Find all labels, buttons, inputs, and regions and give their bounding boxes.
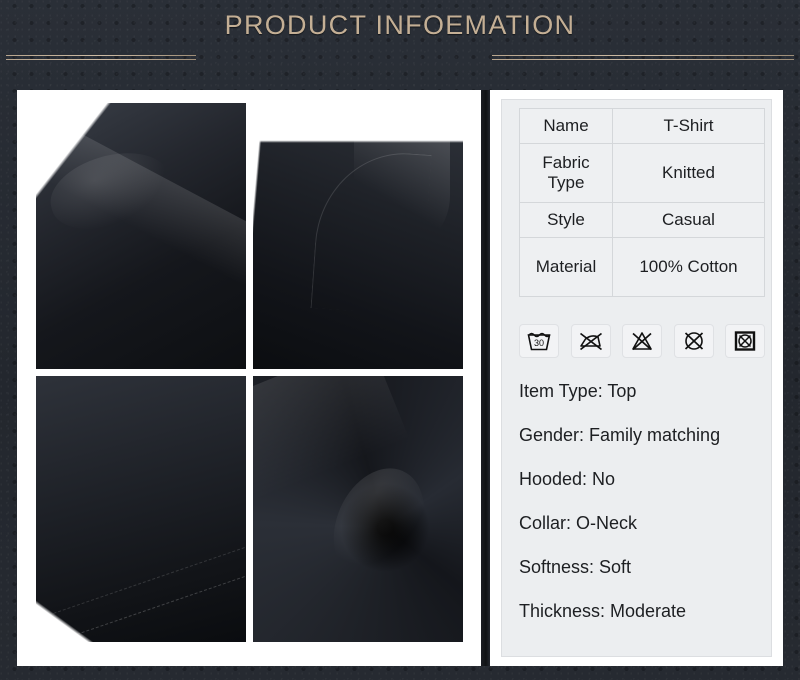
product-photo-grid (36, 103, 463, 642)
table-row: Material 100% Cotton (519, 237, 765, 298)
list-item: Collar: O-Neck (519, 513, 638, 533)
product-photo-neckline-collar[interactable] (253, 103, 463, 369)
product-photo-shoulder-seam[interactable] (36, 103, 246, 369)
product-photo-fabric-texture[interactable] (253, 376, 463, 642)
spec-value-material: 100% Cotton (612, 237, 765, 298)
product-information-page: PRODUCT INFOEMATION Name T-Shirt Fabric … (0, 0, 800, 680)
do-not-dry-clean-icon (681, 330, 707, 352)
spec-value-style: Casual (612, 202, 765, 239)
care-symbol-do-not-dry-clean (673, 324, 714, 358)
page-header: PRODUCT INFOEMATION (0, 0, 800, 70)
list-item: Gender: Family matching (519, 425, 721, 445)
list-item: Item Type: Top (519, 381, 637, 401)
care-symbol-do-not-bleach (622, 324, 662, 358)
product-spec-table: Name T-Shirt Fabric Type Knitted Style C… (519, 107, 765, 298)
svg-text:30: 30 (534, 338, 544, 348)
do-not-tumble-dry-icon (732, 330, 758, 352)
do-not-bleach-icon (629, 330, 655, 352)
spec-value-fabric-type: Knitted (612, 143, 765, 204)
wash-30-icon: 30 (526, 330, 552, 352)
product-attribute-list: Item Type: Top Gender: Family matching H… (519, 382, 769, 646)
panel-divider (481, 90, 490, 666)
page-title: PRODUCT INFOEMATION (224, 10, 576, 40)
spec-label-style: Style (519, 202, 613, 239)
content-area: Name T-Shirt Fabric Type Knitted Style C… (17, 90, 783, 666)
care-symbol-wash-30: 30 (519, 324, 559, 358)
spec-label-name: Name (519, 107, 613, 145)
list-item: Hooded: No (519, 469, 616, 489)
table-row: Style Casual (519, 202, 765, 239)
header-divider-right (492, 55, 794, 62)
care-symbol-do-not-tumble-dry (725, 324, 765, 358)
table-row: Fabric Type Knitted (519, 143, 765, 204)
product-gallery-panel (17, 90, 481, 666)
list-item: Softness: Soft (519, 557, 632, 577)
product-info-panel: Name T-Shirt Fabric Type Knitted Style C… (490, 90, 783, 666)
product-info-card: Name T-Shirt Fabric Type Knitted Style C… (501, 99, 772, 657)
spec-label-fabric-type: Fabric Type (519, 143, 613, 204)
spec-label-material: Material (519, 237, 613, 298)
header-divider-left (6, 55, 196, 62)
product-photo-hem-stitching[interactable] (36, 376, 246, 642)
care-symbol-do-not-iron (570, 324, 611, 358)
table-row: Name T-Shirt (519, 107, 765, 145)
care-symbols-strip: 30 (519, 324, 765, 358)
spec-value-name: T-Shirt (612, 107, 765, 145)
list-item: Thickness: Moderate (519, 601, 687, 621)
do-not-iron-icon (578, 330, 604, 352)
